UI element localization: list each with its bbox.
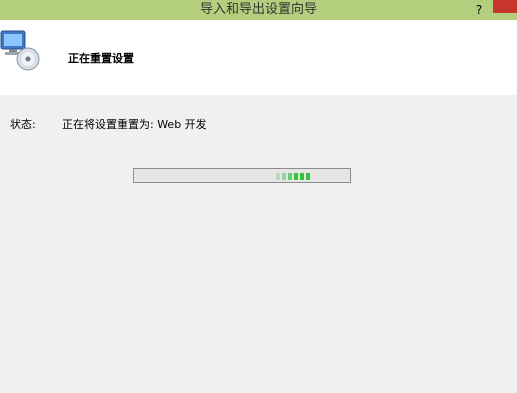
- progress-segment: [294, 173, 298, 180]
- progress-bar: [133, 168, 351, 183]
- help-button[interactable]: ?: [471, 0, 487, 20]
- status-text: 正在将设置重置为: Web 开发: [62, 118, 207, 131]
- computer-disc-icon: [0, 30, 40, 71]
- page-title: 正在重置设置: [68, 52, 134, 65]
- window-title: 导入和导出设置向导: [199, 2, 317, 17]
- close-button[interactable]: [493, 0, 517, 13]
- progress-segment: [288, 173, 292, 180]
- progress-segment: [282, 173, 286, 180]
- progress-segment: [306, 173, 310, 180]
- wizard-header: 正在重置设置: [0, 20, 517, 95]
- progress-segment: [300, 173, 304, 180]
- progress-marquee: [276, 173, 310, 180]
- status-label: 状态:: [10, 118, 36, 131]
- title-bar: 导入和导出设置向导 ?: [0, 0, 517, 20]
- progress-segment: [276, 173, 280, 180]
